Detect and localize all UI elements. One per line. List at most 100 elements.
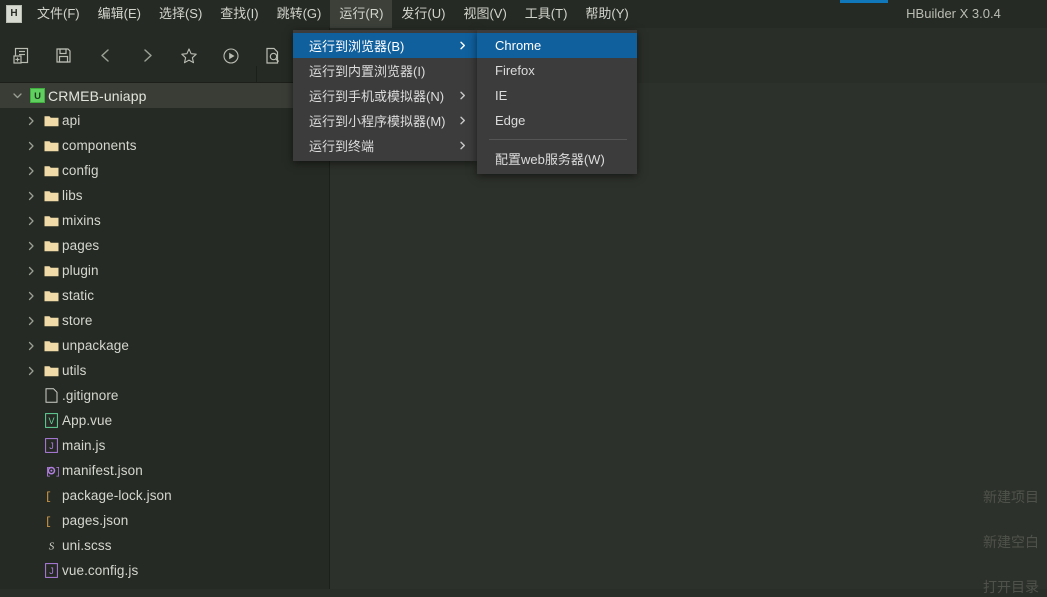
tree-item-label: uni.scss bbox=[62, 538, 112, 553]
menu-publish[interactable]: 发行(U) bbox=[392, 0, 454, 28]
chevron-right-icon[interactable] bbox=[22, 316, 40, 326]
chevron-right-icon bbox=[453, 91, 467, 100]
back-button[interactable] bbox=[84, 36, 126, 76]
browser-submenu[interactable]: Chrome Firefox IE Edge 配置web服务器(W) bbox=[477, 30, 637, 174]
svg-text:V: V bbox=[48, 416, 54, 426]
chevron-right-icon bbox=[453, 141, 467, 150]
tree-item-api[interactable]: api bbox=[0, 108, 329, 133]
json-file-icon: [ ] bbox=[40, 488, 62, 504]
chevron-right-icon bbox=[453, 116, 467, 125]
run-icon bbox=[222, 47, 240, 65]
chevron-right-icon[interactable] bbox=[22, 116, 40, 126]
menu-find[interactable]: 查找(I) bbox=[211, 0, 267, 28]
back-icon bbox=[97, 47, 114, 64]
chevron-right-icon[interactable] bbox=[22, 141, 40, 151]
submenu-item-firefox[interactable]: Firefox bbox=[477, 58, 637, 83]
welcome-action-open-dir[interactable]: 打开目录 bbox=[983, 577, 1039, 597]
favorite-button[interactable] bbox=[168, 36, 210, 76]
welcome-action-new-project[interactable]: 新建项目 bbox=[983, 487, 1039, 507]
new-file-icon bbox=[12, 47, 30, 64]
chevron-right-icon[interactable] bbox=[22, 241, 40, 251]
window-title: HBuilder X 3.0.4 bbox=[906, 6, 1001, 21]
save-button[interactable] bbox=[42, 36, 84, 76]
folder-icon bbox=[40, 214, 62, 227]
folder-icon bbox=[40, 164, 62, 177]
folder-icon bbox=[40, 139, 62, 152]
run-menu-item-device[interactable]: 运行到手机或模拟器(N) bbox=[293, 83, 477, 108]
submenu-item-configure-web-server[interactable]: 配置web服务器(W) bbox=[477, 146, 637, 171]
app-logo-letter: H bbox=[6, 5, 22, 23]
star-icon bbox=[180, 47, 198, 65]
tree-item-libs[interactable]: libs bbox=[0, 183, 329, 208]
menu-goto[interactable]: 跳转(G) bbox=[268, 0, 331, 28]
menu-tools[interactable]: 工具(T) bbox=[516, 0, 577, 28]
tree-item-components[interactable]: components bbox=[0, 133, 329, 158]
save-icon bbox=[55, 47, 72, 64]
plain-file-icon bbox=[40, 388, 62, 403]
run-menu-item-label: 运行到内置浏览器(I) bbox=[309, 64, 426, 79]
tree-item-utils[interactable]: utils bbox=[0, 358, 329, 383]
folder-icon bbox=[40, 339, 62, 352]
menu-select[interactable]: 选择(S) bbox=[150, 0, 211, 28]
json-file-icon: [ ] bbox=[40, 513, 62, 529]
tree-item-plugin[interactable]: plugin bbox=[0, 258, 329, 283]
chevron-right-icon[interactable] bbox=[22, 291, 40, 301]
svg-text:[ ]: [ ] bbox=[45, 517, 59, 529]
chevron-right-icon[interactable] bbox=[22, 341, 40, 351]
tree-item-gitignore[interactable]: .gitignore bbox=[0, 383, 329, 408]
menu-file[interactable]: 文件(F) bbox=[28, 0, 89, 28]
tree-item-uni-scss[interactable]: S uni.scss bbox=[0, 533, 329, 558]
run-menu-item-miniprogram[interactable]: 运行到小程序模拟器(M) bbox=[293, 108, 477, 133]
project-explorer[interactable]: U CRMEB-uniapp api components config lib… bbox=[0, 83, 329, 589]
chevron-right-icon[interactable] bbox=[22, 266, 40, 276]
tree-item-vue-config-js[interactable]: J vue.config.js bbox=[0, 558, 329, 583]
menu-run[interactable]: 运行(R) bbox=[330, 0, 393, 28]
chevron-down-icon[interactable] bbox=[8, 90, 26, 101]
manifest-file-icon: [] bbox=[40, 463, 62, 478]
new-file-button[interactable] bbox=[0, 36, 42, 76]
tree-item-config[interactable]: config bbox=[0, 158, 329, 183]
chevron-right-icon bbox=[453, 41, 467, 50]
chevron-right-icon[interactable] bbox=[22, 366, 40, 376]
run-button[interactable] bbox=[210, 36, 252, 76]
tree-root-label: CRMEB-uniapp bbox=[48, 87, 147, 104]
menu-edit[interactable]: 编辑(E) bbox=[89, 0, 150, 28]
tree-item-unpackage[interactable]: unpackage bbox=[0, 333, 329, 358]
menu-help[interactable]: 帮助(Y) bbox=[576, 0, 637, 28]
tree-item-pages-json[interactable]: [ ] pages.json bbox=[0, 508, 329, 533]
tree-item-static[interactable]: static bbox=[0, 283, 329, 308]
welcome-action-new-blank[interactable]: 新建空白 bbox=[983, 532, 1039, 552]
tree-item-app-vue[interactable]: V App.vue bbox=[0, 408, 329, 433]
run-menu-item-terminal[interactable]: 运行到终端 bbox=[293, 133, 477, 158]
submenu-item-chrome[interactable]: Chrome bbox=[477, 33, 637, 58]
tree-item-manifest-json[interactable]: [] manifest.json bbox=[0, 458, 329, 483]
chevron-right-icon[interactable] bbox=[22, 216, 40, 226]
tree-item-pages[interactable]: pages bbox=[0, 233, 329, 258]
run-menu-item-builtin-browser[interactable]: 运行到内置浏览器(I) bbox=[293, 58, 477, 83]
tree-root-crmeb-uniapp[interactable]: U CRMEB-uniapp bbox=[0, 83, 329, 108]
submenu-item-ie[interactable]: IE bbox=[477, 83, 637, 108]
tree-item-label: unpackage bbox=[62, 338, 129, 353]
tree-item-label: .gitignore bbox=[62, 388, 119, 403]
submenu-item-edge[interactable]: Edge bbox=[477, 108, 637, 133]
tree-item-package-lock-json[interactable]: [ ] package-lock.json bbox=[0, 483, 329, 508]
chevron-right-icon[interactable] bbox=[22, 191, 40, 201]
tree-item-label: utils bbox=[62, 363, 87, 378]
folder-icon bbox=[40, 264, 62, 277]
run-menu-dropdown[interactable]: 运行到浏览器(B) 运行到内置浏览器(I) 运行到手机或模拟器(N) 运行到小程… bbox=[293, 30, 477, 161]
tree-item-label: plugin bbox=[62, 263, 99, 278]
tree-item-label: main.js bbox=[62, 438, 106, 453]
folder-icon bbox=[40, 314, 62, 327]
tree-item-store[interactable]: store bbox=[0, 308, 329, 333]
folder-icon bbox=[40, 364, 62, 377]
chevron-right-icon[interactable] bbox=[22, 166, 40, 176]
run-menu-item-browser[interactable]: 运行到浏览器(B) bbox=[293, 33, 477, 58]
sass-file-icon: S bbox=[40, 538, 62, 553]
forward-button[interactable] bbox=[126, 36, 168, 76]
preview-icon bbox=[264, 47, 282, 65]
tree-item-mixins[interactable]: mixins bbox=[0, 208, 329, 233]
tree-item-label: package-lock.json bbox=[62, 488, 172, 503]
tree-item-main-js[interactable]: J main.js bbox=[0, 433, 329, 458]
menu-view[interactable]: 视图(V) bbox=[454, 0, 515, 28]
tree-item-label: vue.config.js bbox=[62, 563, 139, 578]
